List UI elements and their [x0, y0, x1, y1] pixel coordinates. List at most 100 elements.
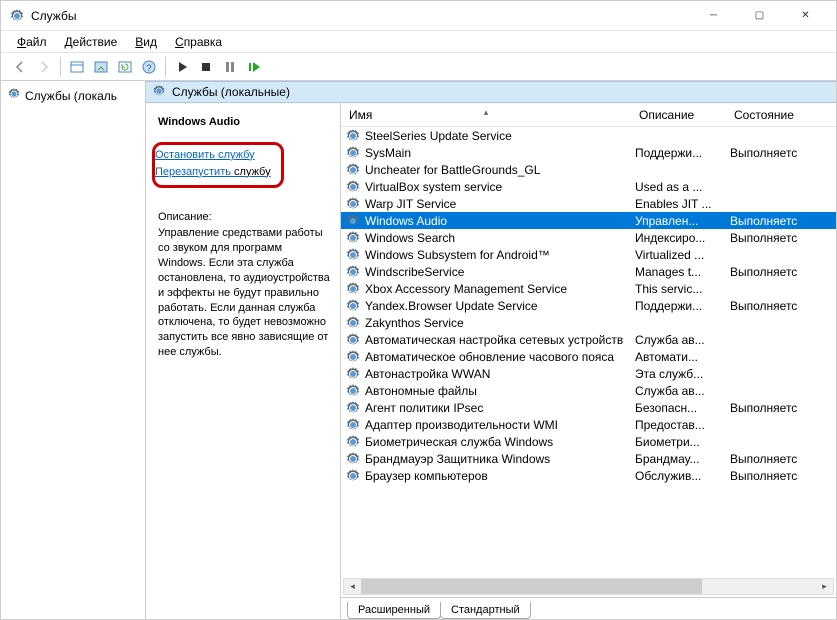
service-description: Предостав... — [635, 418, 730, 432]
menu-file[interactable]: Файл — [9, 33, 55, 51]
gear-icon — [345, 315, 361, 331]
gear-icon — [345, 281, 361, 297]
description-text: Управление средствами работы со звуком д… — [158, 226, 330, 360]
tree-root-label: Службы (локаль — [25, 89, 117, 103]
service-name: Агент политики IPsec — [365, 401, 635, 415]
svg-text:?: ? — [146, 63, 151, 73]
service-row[interactable]: Агент политики IPsecБезопасн...Выполняет… — [341, 399, 836, 416]
service-row[interactable]: Биометрическая служба WindowsБиометри... — [341, 433, 836, 450]
menu-view[interactable]: Вид — [127, 33, 165, 51]
service-description: Служба ав... — [635, 384, 730, 398]
service-row[interactable]: Автономные файлыСлужба ав... — [341, 382, 836, 399]
horizontal-scrollbar[interactable]: ◂ ▸ — [343, 578, 834, 595]
service-name: Автоматическое обновление часового пояса — [365, 350, 635, 364]
service-name: Yandex.Browser Update Service — [365, 299, 635, 313]
service-description: This servic... — [635, 282, 730, 296]
description-label: Описание: — [158, 210, 330, 225]
service-state: Выполняетс — [730, 299, 836, 313]
tree-root-services[interactable]: Службы (локаль — [3, 85, 143, 106]
service-row[interactable]: Uncheater for BattleGrounds_GL — [341, 161, 836, 178]
column-header-state[interactable]: Состояние — [726, 108, 836, 122]
service-name: VirtualBox system service — [365, 180, 635, 194]
restart-button[interactable] — [243, 56, 265, 78]
service-row[interactable]: Брандмауэр Защитника WindowsБрандмау...В… — [341, 450, 836, 467]
service-state: Выполняетс — [730, 469, 836, 483]
gear-icon — [345, 264, 361, 280]
service-description: Virtualized ... — [635, 248, 730, 262]
scroll-right-icon[interactable]: ▸ — [816, 579, 833, 594]
restart-service-link[interactable]: Перезапустить службу — [155, 165, 271, 180]
service-row[interactable]: Zakynthos Service — [341, 314, 836, 331]
start-button[interactable] — [171, 56, 193, 78]
service-row[interactable]: Yandex.Browser Update ServiceПоддержи...… — [341, 297, 836, 314]
service-name: Автонастройка WWAN — [365, 367, 635, 381]
view-tabs: Расширенный Стандартный — [341, 597, 836, 619]
service-name: SteelSeries Update Service — [365, 129, 635, 143]
gear-icon — [345, 298, 361, 314]
service-row[interactable]: Автонастройка WWANЭта служб... — [341, 365, 836, 382]
annotation-highlight: Остановить службу Перезапустить службу — [152, 142, 284, 188]
service-row[interactable]: Браузер компьютеровОбслужив...Выполняетс — [341, 467, 836, 484]
service-description: Manages t... — [635, 265, 730, 279]
gear-icon — [345, 383, 361, 399]
forward-button[interactable] — [33, 56, 55, 78]
help-button[interactable]: ? — [138, 56, 160, 78]
pause-button[interactable] — [219, 56, 241, 78]
service-state: Выполняетс — [730, 265, 836, 279]
export-button[interactable] — [90, 56, 112, 78]
tab-standard[interactable]: Стандартный — [440, 602, 531, 619]
service-row[interactable]: Windows SearchИндексиро...Выполняетс — [341, 229, 836, 246]
back-button[interactable] — [9, 56, 31, 78]
menubar: Файл Действие Вид Справка — [1, 31, 836, 53]
service-description: Индексиро... — [635, 231, 730, 245]
gear-icon — [345, 451, 361, 467]
close-button[interactable]: ✕ — [783, 2, 828, 30]
gear-icon — [345, 230, 361, 246]
stop-button[interactable] — [195, 56, 217, 78]
gear-icon — [345, 247, 361, 263]
column-header-description[interactable]: Описание — [631, 108, 726, 122]
service-row[interactable]: SteelSeries Update Service — [341, 127, 836, 144]
service-row[interactable]: Windows AudioУправлен...Выполняетс — [341, 212, 836, 229]
service-name: Warp JIT Service — [365, 197, 635, 211]
service-name: Адаптер производительности WMI — [365, 418, 635, 432]
service-row[interactable]: SysMainПоддержи...Выполняетс — [341, 144, 836, 161]
service-row[interactable]: WindscribeServiceManages t...Выполняетс — [341, 263, 836, 280]
pane-title: Службы (локальные) — [172, 85, 290, 99]
service-row[interactable]: Адаптер производительности WMIПредостав.… — [341, 416, 836, 433]
service-state: Выполняетс — [730, 452, 836, 466]
service-state: Выполняетс — [730, 231, 836, 245]
column-header-name[interactable]: Имя ▴ — [341, 108, 631, 122]
service-name: Биометрическая служба Windows — [365, 435, 635, 449]
refresh-button[interactable] — [114, 56, 136, 78]
menu-action[interactable]: Действие — [57, 33, 126, 51]
service-description: Брандмау... — [635, 452, 730, 466]
service-name: WindscribeService — [365, 265, 635, 279]
maximize-button[interactable]: ▢ — [737, 2, 782, 30]
service-row[interactable]: Xbox Accessory Management ServiceThis se… — [341, 280, 836, 297]
minimize-button[interactable]: ─ — [691, 2, 736, 30]
service-row[interactable]: Warp JIT ServiceEnables JIT ... — [341, 195, 836, 212]
toolbar: ? — [1, 53, 836, 81]
service-row[interactable]: Windows Subsystem for Android™Virtualize… — [341, 246, 836, 263]
sort-ascending-icon: ▴ — [484, 107, 489, 118]
menu-help[interactable]: Справка — [167, 33, 230, 51]
service-name: Windows Audio — [365, 214, 635, 228]
tab-extended[interactable]: Расширенный — [347, 602, 441, 619]
service-name: SysMain — [365, 146, 635, 160]
service-row[interactable]: VirtualBox system serviceUsed as a ... — [341, 178, 836, 195]
stop-service-link[interactable]: Остановить службу — [155, 148, 271, 163]
selected-service-name: Windows Audio — [158, 115, 330, 130]
gear-icon — [345, 349, 361, 365]
gear-icon — [7, 87, 21, 104]
service-name: Windows Subsystem for Android™ — [365, 248, 635, 262]
properties-button[interactable] — [66, 56, 88, 78]
service-description: Эта служб... — [635, 367, 730, 381]
service-name: Xbox Accessory Management Service — [365, 282, 635, 296]
scroll-left-icon[interactable]: ◂ — [344, 579, 361, 594]
service-name: Автоматическая настройка сетевых устройс… — [365, 333, 635, 347]
service-row[interactable]: Автоматическое обновление часового пояса… — [341, 348, 836, 365]
service-name: Zakynthos Service — [365, 316, 635, 330]
service-row[interactable]: Автоматическая настройка сетевых устройс… — [341, 331, 836, 348]
gear-icon — [345, 196, 361, 212]
